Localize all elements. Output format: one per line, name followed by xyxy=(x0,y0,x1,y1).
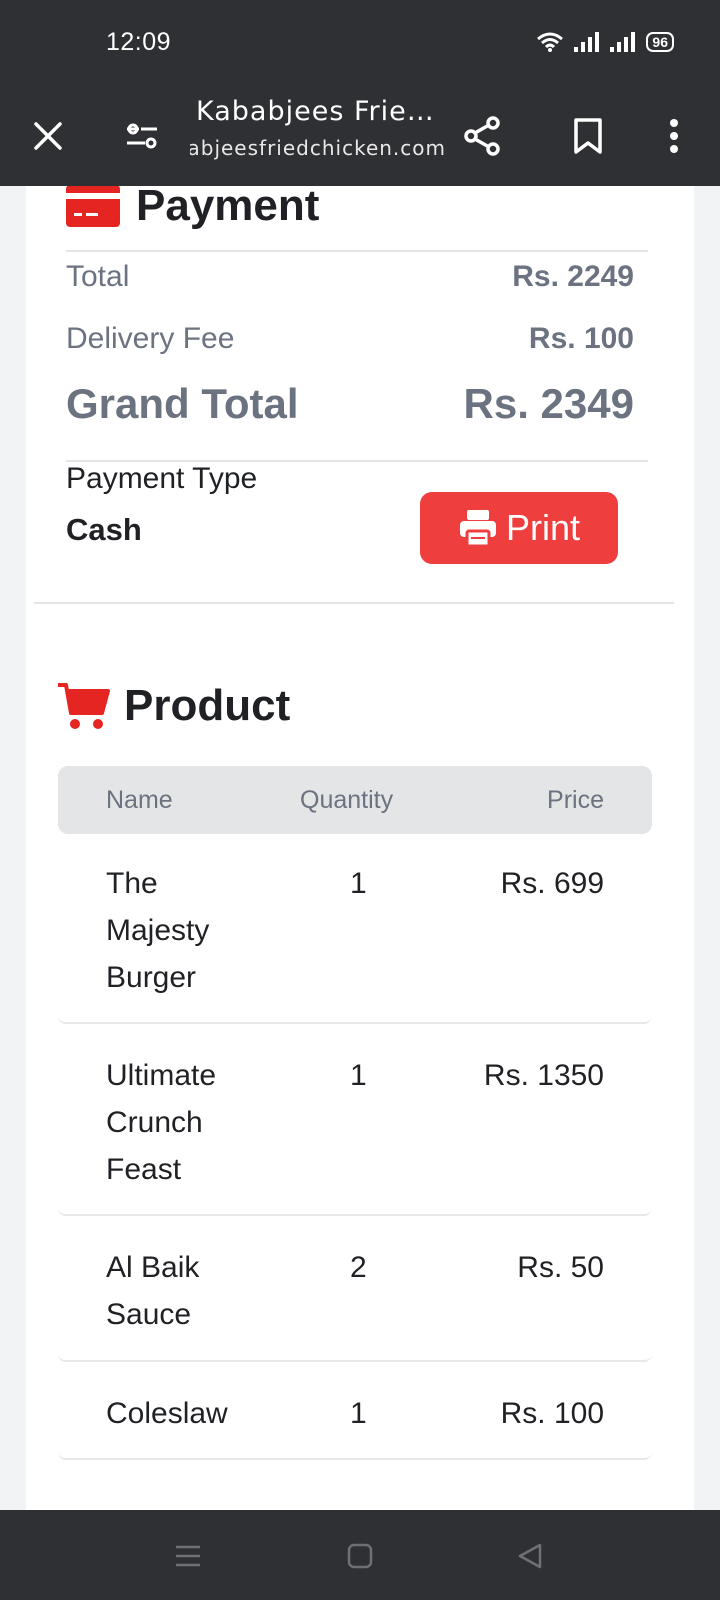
wifi-icon xyxy=(537,32,564,52)
product-quantity: 1 xyxy=(350,867,367,900)
delivery-fee-label: Delivery Fee xyxy=(66,322,235,355)
battery-icon: 96 xyxy=(646,32,674,52)
system-nav-bar xyxy=(0,1510,720,1600)
product-price: Rs. 1350 xyxy=(483,1059,604,1092)
print-label: Print xyxy=(505,507,581,548)
column-header-price: Price xyxy=(547,786,604,814)
printer-icon xyxy=(459,510,496,548)
order-card: Payment Total Rs. 2249 Delivery Fee Rs. … xyxy=(26,186,694,1510)
browser-toolbar: Kababjees Fried... kababjeesfriedchicken… xyxy=(0,86,720,186)
status-time: 12:09 xyxy=(106,28,172,56)
product-heading: Product xyxy=(56,676,290,736)
table-row: The Majesty Burger 1 Rs. 699 xyxy=(58,834,652,1024)
page-content: Payment Total Rs. 2249 Delivery Fee Rs. … xyxy=(0,186,720,1510)
payment-type-label: Payment Type xyxy=(66,462,258,495)
menu-icon[interactable] xyxy=(170,1538,206,1574)
signal-icon xyxy=(610,32,636,52)
payment-heading-text: Payment xyxy=(136,186,320,230)
table-row: Ultimate Crunch Feast 1 Rs. 1350 xyxy=(58,1026,652,1216)
product-heading-text: Product xyxy=(124,681,291,730)
product-quantity: 2 xyxy=(350,1251,367,1284)
home-square-icon[interactable] xyxy=(342,1538,378,1574)
section-divider xyxy=(34,602,674,604)
delivery-fee-value: Rs. 100 xyxy=(528,322,634,355)
grand-total-value: Rs. 2349 xyxy=(463,380,634,427)
page-title: Kababjees Fried... xyxy=(196,96,446,127)
signal-icon xyxy=(574,32,600,52)
table-row: Al Baik Sauce 2 Rs. 50 xyxy=(58,1218,652,1362)
product-name: The Majesty Burger xyxy=(106,867,210,994)
column-header-quantity: Quantity xyxy=(300,786,394,814)
product-name: Coleslaw xyxy=(106,1397,228,1430)
product-name: Ultimate Crunch Feast xyxy=(106,1059,217,1186)
share-icon[interactable] xyxy=(460,114,504,158)
table-row: Coleslaw 1 Rs. 100 xyxy=(58,1364,652,1460)
product-price: Rs. 100 xyxy=(500,1397,604,1430)
tune-icon[interactable] xyxy=(120,114,164,158)
bookmark-icon[interactable] xyxy=(566,114,610,158)
product-quantity: 1 xyxy=(350,1397,367,1430)
total-value: Rs. 2249 xyxy=(512,260,634,293)
column-header-name: Name xyxy=(106,786,173,814)
print-button[interactable]: Print xyxy=(420,492,618,564)
grand-total-label: Grand Total xyxy=(66,380,299,427)
cart-icon xyxy=(58,683,110,729)
status-icons: 96 xyxy=(536,32,674,52)
payment-type-value: Cash xyxy=(66,512,142,547)
divider xyxy=(66,250,648,252)
more-vert-icon[interactable] xyxy=(652,114,696,158)
status-bar: 12:09 96 xyxy=(0,0,720,86)
product-price: Rs. 50 xyxy=(517,1251,604,1284)
credit-card-icon xyxy=(66,186,120,227)
product-table-header: Name Quantity Price xyxy=(58,766,652,834)
page-url[interactable]: kababjeesfriedchicken.com xyxy=(190,136,446,160)
product-name: Al Baik Sauce xyxy=(106,1251,200,1331)
total-label: Total xyxy=(66,260,130,293)
back-triangle-icon[interactable] xyxy=(512,1538,548,1574)
payment-heading: Payment xyxy=(66,186,319,236)
product-price: Rs. 699 xyxy=(500,867,604,900)
product-quantity: 1 xyxy=(350,1059,367,1092)
close-icon[interactable] xyxy=(26,114,70,158)
